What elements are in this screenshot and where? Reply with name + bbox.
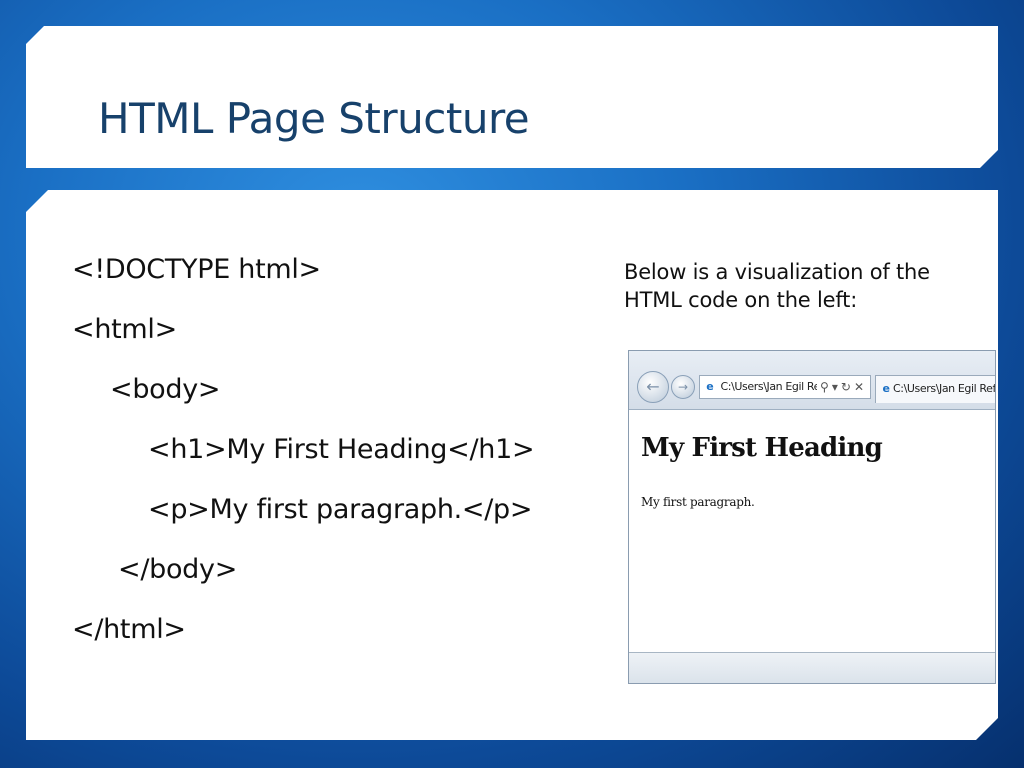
- code-line-body-open: <body>: [110, 374, 221, 405]
- ie-page-icon: e: [706, 380, 714, 393]
- tab-title: C:\Users\Jan Egil Ref: [893, 382, 996, 395]
- code-line-h1: <h1>My First Heading</h1>: [148, 434, 535, 465]
- address-bar-icons: ⚲▾↻✕: [820, 376, 867, 398]
- browser-screenshot: ← → e C:\Users\Jan Egil Re ⚲▾↻✕ e C:\User…: [628, 350, 996, 684]
- code-line-html-close: </html>: [72, 614, 186, 645]
- code-line-body-close: </body>: [118, 554, 238, 585]
- rendered-heading: My First Heading: [641, 433, 882, 463]
- forward-arrow-icon[interactable]: →: [671, 375, 695, 399]
- rendered-paragraph: My first paragraph.: [641, 495, 755, 509]
- content-panel: <!DOCTYPE html> <html> <body> <h1>My Fir…: [26, 190, 998, 740]
- browser-tab[interactable]: e C:\Users\Jan Egil Ref: [875, 375, 996, 403]
- browser-toolbar: ← → e C:\Users\Jan Egil Re ⚲▾↻✕ e C:\User…: [629, 351, 995, 410]
- refresh-icon[interactable]: ↻: [841, 380, 854, 394]
- close-icon[interactable]: ✕: [854, 380, 867, 394]
- slide-title: HTML Page Structure: [98, 94, 530, 143]
- code-line-p: <p>My first paragraph.</p>: [148, 494, 533, 525]
- code-line-html-open: <html>: [72, 314, 177, 345]
- browser-status-bar: [629, 652, 995, 683]
- visualization-caption: Below is a visualization of the HTML cod…: [624, 260, 930, 312]
- ie-tab-icon: e: [882, 382, 890, 395]
- title-panel: HTML Page Structure: [26, 26, 998, 168]
- code-line-doctype: <!DOCTYPE html>: [72, 254, 321, 285]
- back-arrow-icon[interactable]: ←: [637, 371, 669, 403]
- dropdown-icon[interactable]: ▾: [832, 380, 841, 394]
- address-bar[interactable]: e C:\Users\Jan Egil Re ⚲▾↻✕: [699, 375, 871, 399]
- search-icon[interactable]: ⚲: [820, 380, 832, 394]
- address-text: C:\Users\Jan Egil Re: [720, 380, 817, 393]
